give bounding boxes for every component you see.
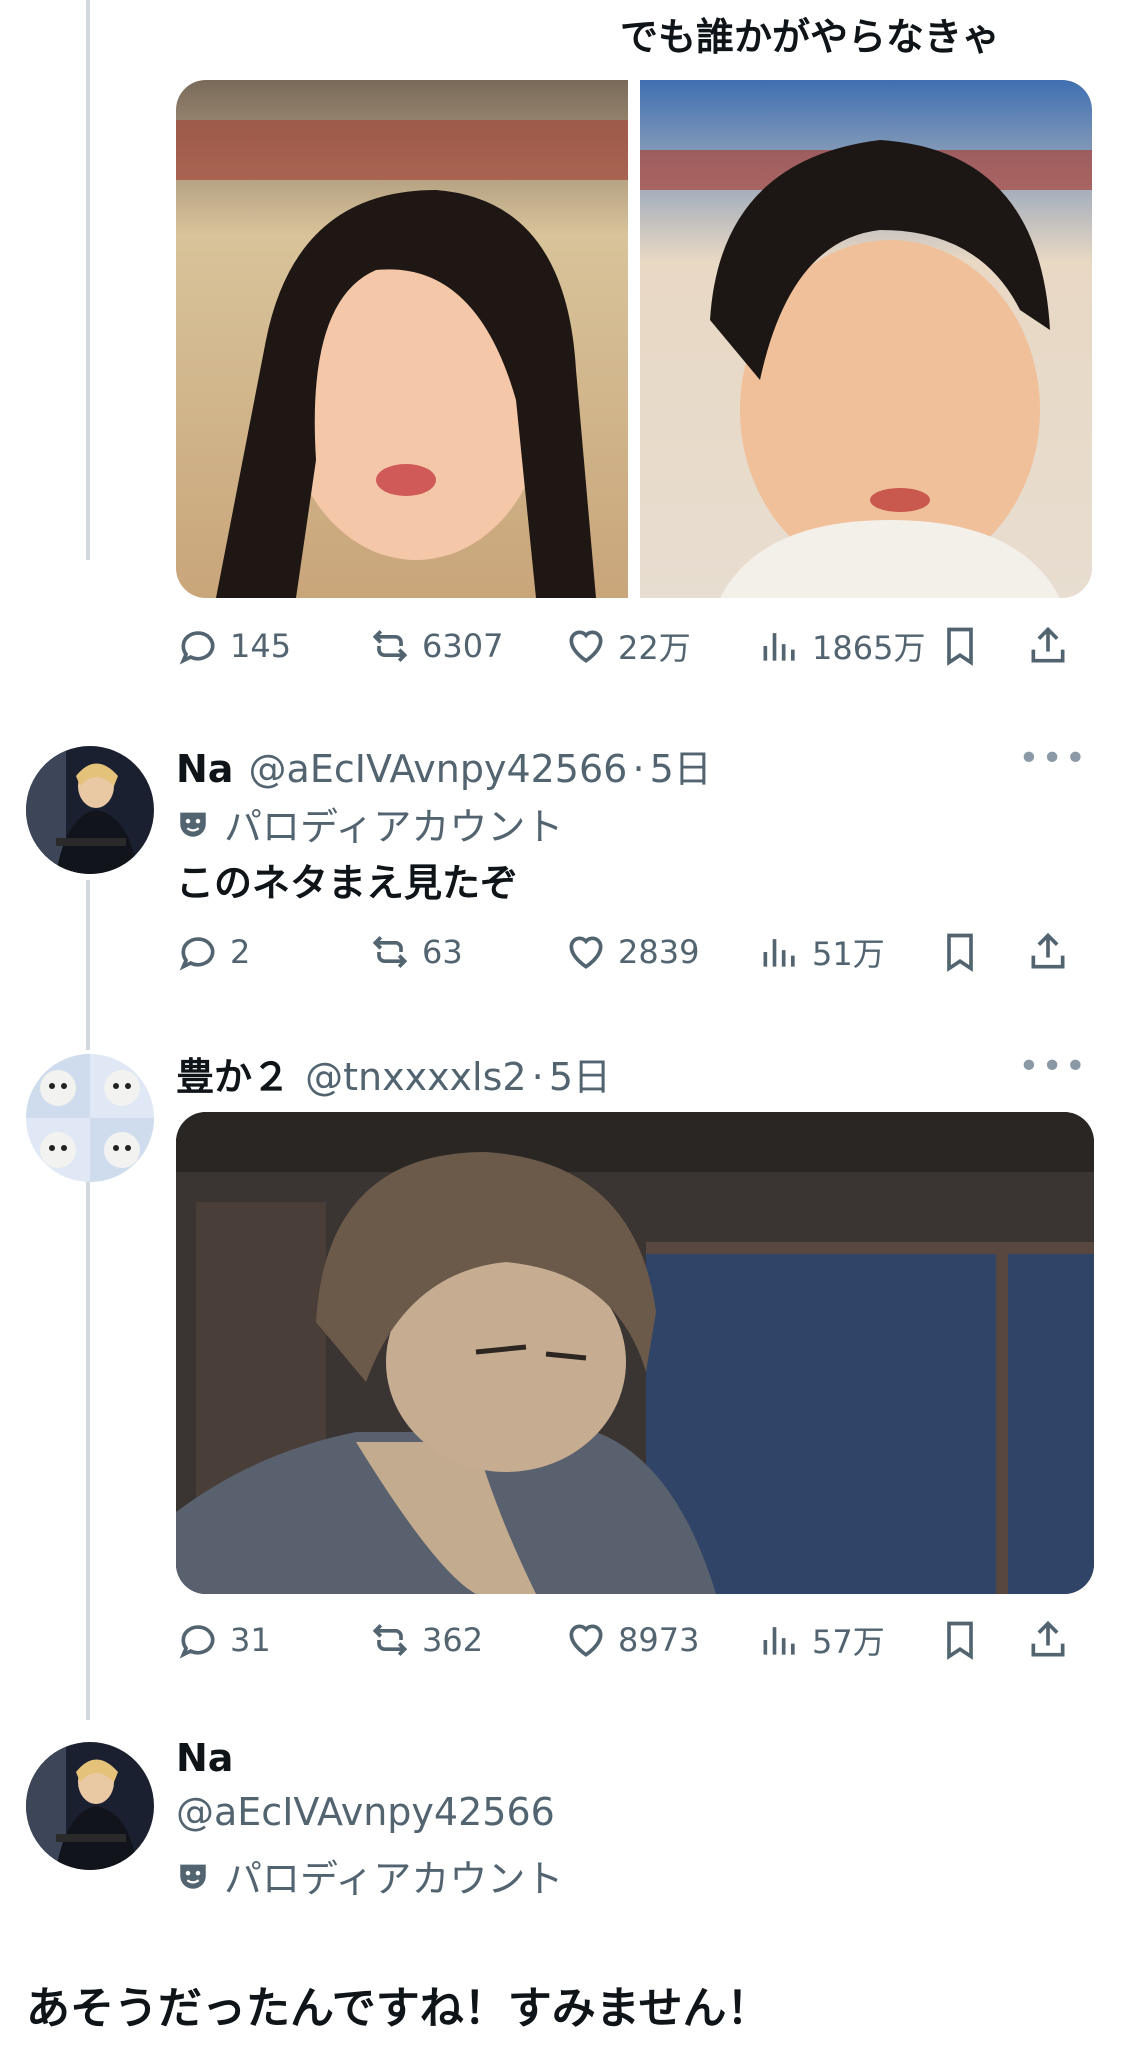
- main-tweet-text: あそうだったんですね！すみません！: [26, 1983, 771, 2034]
- more-icon[interactable]: •••: [1018, 1046, 1088, 1087]
- tweet-text: でも誰かがやらなきゃ: [620, 15, 1001, 59]
- share-button[interactable]: [1026, 1610, 1070, 1670]
- reply-count: 31: [230, 1621, 271, 1659]
- repost-button[interactable]: 6307: [368, 616, 503, 676]
- user-handle[interactable]: @tnxxxxls2: [305, 1055, 526, 1099]
- reply-icon: [179, 937, 215, 971]
- timestamp[interactable]: 5日: [650, 747, 712, 791]
- like-icon: [569, 1624, 603, 1657]
- repost-count: 362: [422, 1621, 484, 1659]
- views-icon: [763, 939, 795, 967]
- repost-icon: [372, 936, 408, 968]
- views-icon: [763, 1627, 795, 1655]
- display-name[interactable]: 豊か２: [176, 1055, 290, 1099]
- share-icon: [1031, 932, 1065, 969]
- avatar[interactable]: [26, 746, 154, 874]
- views-button[interactable]: 51万: [758, 922, 885, 982]
- tweet-actions: 2 63 2839 51万: [176, 922, 1096, 982]
- bookmark-button[interactable]: [938, 1610, 982, 1670]
- like-button[interactable]: 2839: [564, 922, 699, 982]
- bookmark-icon: [947, 933, 973, 972]
- thread-line: [86, 0, 90, 560]
- share-button[interactable]: [1026, 616, 1070, 676]
- repost-icon: [372, 630, 408, 662]
- separator: ·: [531, 1055, 544, 1099]
- views-icon: [763, 633, 795, 661]
- tweet-header: Na @aEcIVAvnpy42566 · 5日: [176, 738, 712, 793]
- tweet-actions: 145 6307 22万 1865万: [176, 616, 1096, 676]
- tweet-text: このネタまえ見たぞ: [176, 861, 519, 905]
- like-count: 8973: [618, 1621, 700, 1659]
- share-icon: [1031, 626, 1065, 663]
- bookmark-icon: [947, 627, 973, 666]
- parody-mask-icon: [180, 1864, 206, 1889]
- repost-count: 6307: [422, 627, 504, 665]
- views-count: 1865万: [812, 629, 926, 667]
- display-name[interactable]: Na: [176, 1736, 233, 1780]
- reply-button[interactable]: 31: [176, 1610, 271, 1670]
- tweet-image-left[interactable]: [176, 80, 628, 598]
- repost-button[interactable]: 362: [368, 1610, 483, 1670]
- timestamp[interactable]: 5日: [549, 1055, 611, 1099]
- separator: ·: [632, 747, 645, 791]
- bookmark-button[interactable]: [938, 616, 982, 676]
- share-button[interactable]: [1026, 922, 1070, 982]
- views-button[interactable]: 1865万: [758, 616, 925, 676]
- tweet-image-right[interactable]: [640, 80, 1092, 598]
- reply-button[interactable]: 145: [176, 616, 291, 676]
- share-icon: [1031, 1620, 1065, 1657]
- avatar[interactable]: [26, 1742, 154, 1870]
- user-handle[interactable]: @aEcIVAvnpy42566: [249, 747, 628, 791]
- like-count: 22万: [618, 629, 691, 667]
- display-name[interactable]: Na: [176, 747, 233, 791]
- views-count: 51万: [812, 935, 885, 973]
- bookmark-icon: [947, 1621, 973, 1660]
- tweet-image[interactable]: [176, 1112, 1094, 1594]
- tweet-header: 豊か２ @tnxxxxls2 · 5日: [176, 1046, 611, 1101]
- repost-count: 63: [422, 933, 463, 971]
- parody-badge: パロディアカウント: [176, 796, 563, 851]
- parody-label: パロディアカウント: [224, 805, 564, 849]
- tweet-actions: 31 362 8973 57万: [176, 1610, 1096, 1670]
- thread-line: [86, 1180, 90, 1720]
- parody-mask-icon: [180, 812, 206, 837]
- repost-button[interactable]: 63: [368, 922, 463, 982]
- repost-icon: [372, 1624, 408, 1656]
- thread-line: [86, 880, 90, 1050]
- reply-icon: [179, 631, 215, 665]
- like-count: 2839: [618, 933, 700, 971]
- views-count: 57万: [812, 1623, 885, 1661]
- reply-count: 2: [230, 933, 251, 971]
- avatar[interactable]: [26, 1054, 154, 1182]
- like-icon: [569, 936, 603, 969]
- reply-icon: [179, 1625, 215, 1659]
- bookmark-button[interactable]: [938, 922, 982, 982]
- views-button[interactable]: 57万: [758, 1610, 885, 1670]
- like-button[interactable]: 22万: [564, 616, 691, 676]
- user-handle[interactable]: @aEcIVAvnpy42566: [176, 1790, 555, 1834]
- reply-count: 145: [230, 627, 292, 665]
- reply-button[interactable]: 2: [176, 922, 250, 982]
- like-icon: [569, 630, 603, 663]
- more-icon[interactable]: •••: [1018, 738, 1088, 779]
- like-button[interactable]: 8973: [564, 1610, 699, 1670]
- parody-badge: パロディアカウント: [176, 1848, 563, 1903]
- parody-label: パロディアカウント: [224, 1857, 564, 1901]
